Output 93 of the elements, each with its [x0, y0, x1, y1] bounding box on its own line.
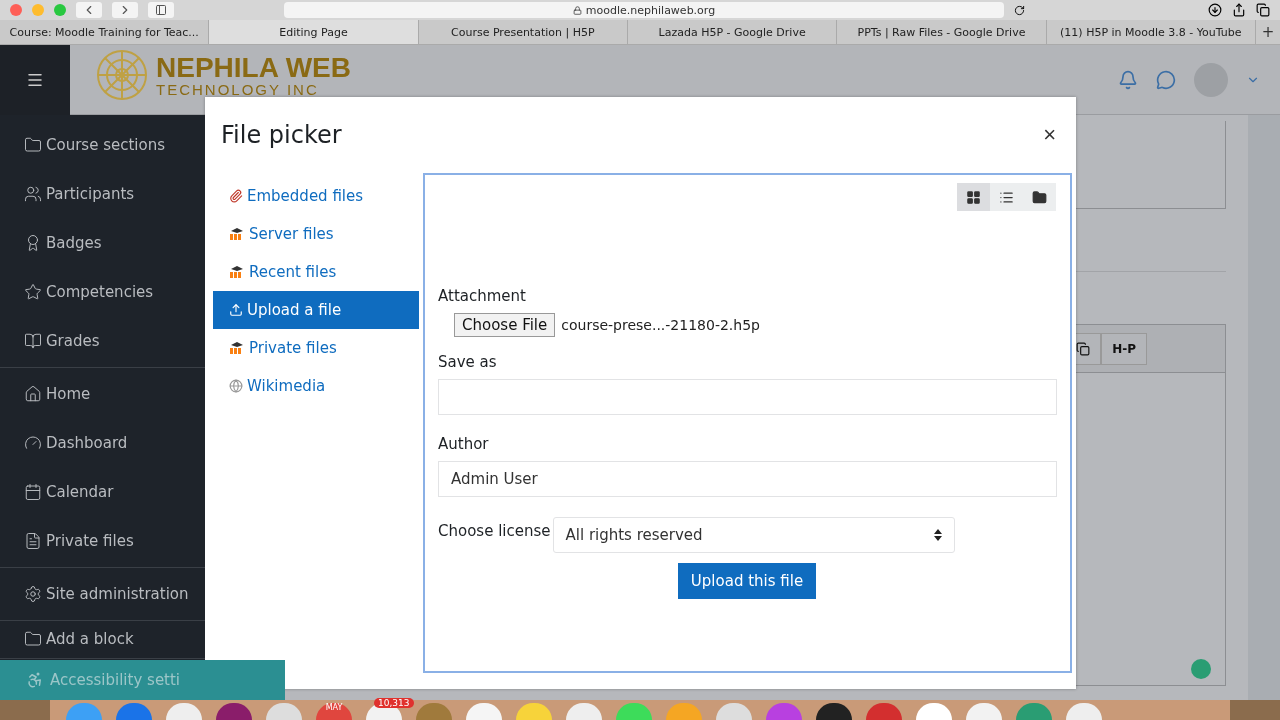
file-icon: [24, 531, 42, 550]
sidebar-label: Home: [46, 384, 91, 403]
zoom-window-button[interactable]: [54, 4, 66, 16]
spider-web-logo: [94, 47, 150, 103]
repository-item[interactable]: Upload a file: [213, 291, 419, 329]
clip-icon: [229, 189, 243, 203]
sidebar-label: Private files: [46, 531, 134, 550]
sidebar-label: Competencies: [46, 282, 154, 301]
dock-app-icon[interactable]: [216, 703, 252, 720]
save-as-label: Save as: [438, 353, 498, 371]
choose-file-button[interactable]: Choose File: [454, 313, 556, 337]
upload-icon: [229, 303, 243, 317]
download-icon[interactable]: [1208, 3, 1222, 17]
sidebar-label: Calendar: [46, 482, 114, 501]
sidebar-label: Badges: [46, 233, 102, 252]
book-icon: [24, 331, 42, 350]
sidebar-item[interactable]: Dashboard: [0, 418, 205, 467]
sidebar-label: Course sections: [46, 135, 165, 154]
accessibility-icon: [26, 671, 44, 689]
author-field[interactable]: Admin User: [438, 461, 1057, 497]
share-icon[interactable]: [1232, 3, 1246, 17]
settings-icon: [24, 584, 42, 603]
sidebar-item[interactable]: Calendar: [0, 467, 205, 516]
sidebar-item[interactable]: Site administration: [0, 569, 205, 618]
sidebar-item[interactable]: Competencies: [0, 267, 205, 316]
folder-icon: [24, 135, 42, 154]
forward-button[interactable]: [112, 2, 138, 18]
lock-icon: [572, 5, 582, 15]
notification-badge: 10,313: [374, 698, 414, 708]
sidebar-item[interactable]: Grades: [0, 316, 205, 365]
close-button[interactable]: ×: [1039, 122, 1060, 148]
minimize-window-button[interactable]: [32, 4, 44, 16]
moodle-icon: [229, 342, 245, 354]
globe-icon: [229, 379, 243, 393]
save-as-field[interactable]: [438, 379, 1057, 415]
repository-item[interactable]: Recent files: [213, 253, 419, 291]
sidebar-item[interactable]: Participants: [0, 169, 205, 218]
dialog-title: File picker: [221, 121, 342, 149]
list-view-button[interactable]: [990, 183, 1023, 211]
calendar-icon: [24, 482, 42, 501]
folder-view-button[interactable]: [1023, 183, 1056, 211]
sidebar-button[interactable]: [148, 2, 174, 18]
sidebar-label: Site administration: [46, 584, 189, 603]
gauge-icon: [24, 433, 42, 452]
updown-icon: [933, 529, 942, 541]
calendar-app-icon[interactable]: MAY: [316, 703, 352, 720]
chat-icon[interactable]: [1156, 69, 1176, 90]
url-text: moodle.nephilaweb.org: [585, 3, 716, 17]
list-icon: [999, 189, 1014, 205]
upload-button[interactable]: Upload this file: [677, 563, 817, 599]
repository-item[interactable]: Private files: [213, 329, 419, 367]
sidebar-label: Dashboard: [46, 433, 128, 452]
grid-view-button[interactable]: [957, 183, 990, 211]
sidebar-item[interactable]: Private files: [0, 516, 205, 565]
home-icon: [24, 384, 42, 403]
sidebar-item[interactable]: Add a block: [0, 622, 205, 656]
back-button[interactable]: [76, 2, 102, 18]
folder-icon: [24, 630, 42, 648]
sidebar-label: Grades: [46, 331, 100, 350]
reload-icon[interactable]: [1014, 4, 1025, 16]
menu-icon[interactable]: [26, 71, 44, 89]
logo-subtitle: TECHNOLOGY INC: [156, 81, 320, 97]
bell-icon[interactable]: [1118, 69, 1138, 90]
browser-tab[interactable]: Editing Page: [209, 20, 419, 44]
person-icon: [24, 184, 42, 203]
panel-icon: [155, 4, 167, 16]
repository-item[interactable]: Embedded files: [213, 177, 419, 215]
repository-item[interactable]: Wikimedia: [213, 367, 419, 405]
dock-app-icon[interactable]: [816, 703, 852, 720]
license-select[interactable]: All rights reserved: [552, 517, 955, 553]
sidebar-item[interactable]: Course sections: [0, 120, 205, 169]
copy-icon: [1076, 341, 1091, 356]
sidebar-item[interactable]: Home: [0, 369, 205, 418]
close-window-button[interactable]: [10, 4, 22, 16]
author-label: Author: [438, 435, 490, 453]
folder-icon: [1032, 189, 1047, 205]
star-icon: [24, 282, 42, 301]
logo-text: NEPHILA WEB: [156, 53, 351, 82]
repository-item[interactable]: Server files: [213, 215, 419, 253]
attachment-label: Attachment: [438, 287, 527, 305]
sidebar-label: Participants: [46, 184, 135, 203]
file-name: course-prese...-21180-2.h5p: [561, 317, 760, 333]
sidebar-label: Add a block: [46, 630, 134, 648]
new-tab-button[interactable]: +: [1255, 20, 1280, 44]
moodle-icon: [229, 228, 245, 240]
sidebar-item[interactable]: Badges: [0, 218, 205, 267]
grid-icon: [966, 189, 981, 205]
license-label: Choose license: [438, 522, 551, 540]
address-bar[interactable]: moodle.nephilaweb.org: [284, 2, 1004, 18]
h5p-button[interactable]: H-P: [1101, 332, 1147, 365]
tabs-icon[interactable]: [1256, 3, 1270, 17]
accessibility-label: Accessibility setti: [50, 671, 181, 689]
moodle-icon: [229, 266, 245, 278]
